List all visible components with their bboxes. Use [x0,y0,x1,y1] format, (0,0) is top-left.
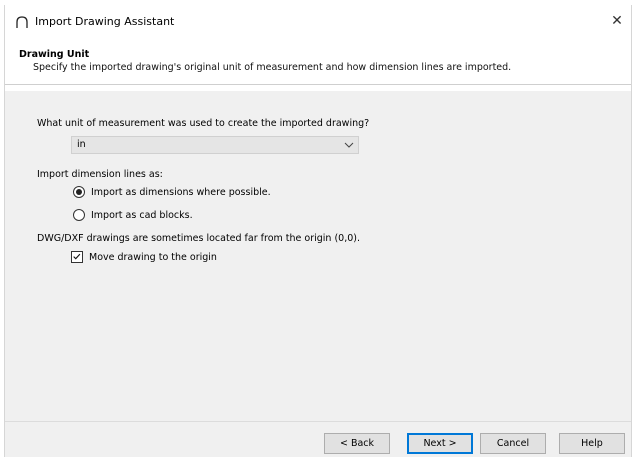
page-description: Specify the imported drawing's original … [33,62,512,73]
back-button[interactable]: < Back [324,433,390,454]
unit-select[interactable]: in [71,136,359,154]
dimension-lines-label: Import dimension lines as: [37,169,163,180]
app-roof-icon [16,16,28,28]
wizard-content: What unit of measurement was used to cre… [5,91,631,421]
cancel-button[interactable]: Cancel [480,433,546,454]
unit-question-label: What unit of measurement was used to cre… [37,118,370,129]
radio-button-checked[interactable] [73,186,85,198]
wizard-header: Drawing Unit Specify the imported drawin… [5,37,631,85]
import-drawing-dialog: Import Drawing Assistant ✕ Drawing Unit … [4,5,632,457]
radio-label: Import as dimensions where possible. [91,186,271,198]
move-to-origin-label: Move drawing to the origin [89,251,217,263]
page-title: Drawing Unit [19,49,90,60]
radio-label: Import as cad blocks. [91,209,193,221]
close-icon: ✕ [611,13,623,29]
button-bar: < Back Next > Cancel Help [5,421,631,457]
radio-import-as-cad-blocks[interactable]: Import as cad blocks. [73,209,193,221]
move-to-origin-checkbox[interactable] [71,251,83,263]
move-to-origin-checkbox-row[interactable]: Move drawing to the origin [71,251,217,263]
next-button[interactable]: Next > [407,433,473,454]
window-title: Import Drawing Assistant [35,15,175,28]
close-button[interactable]: ✕ [603,5,631,37]
radio-button-unchecked[interactable] [73,209,85,221]
help-button[interactable]: Help [559,433,625,454]
checkmark-icon [73,253,81,260]
radio-import-as-dimensions[interactable]: Import as dimensions where possible. [73,186,271,198]
title-bar: Import Drawing Assistant ✕ [5,5,631,37]
unit-select-value: in [77,139,86,150]
origin-note: DWG/DXF drawings are sometimes located f… [37,233,360,244]
chevron-down-icon [344,142,354,148]
